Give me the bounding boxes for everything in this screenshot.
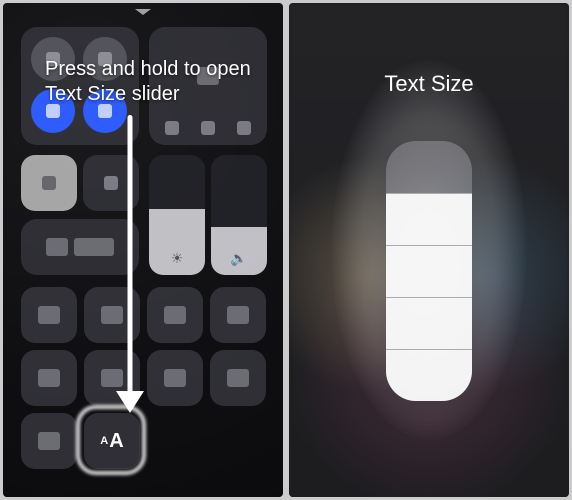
slider-step-line xyxy=(386,245,472,246)
control-center-screenshot: ☀ 🔈 A A Press and hold to open Text Size… xyxy=(3,3,283,497)
volume-slider[interactable]: 🔈 xyxy=(211,155,267,275)
accessibility-tile[interactable] xyxy=(147,350,203,406)
calculator-tile[interactable] xyxy=(147,287,203,343)
notes-tile[interactable] xyxy=(210,350,266,406)
apple-tv-remote-tile[interactable] xyxy=(84,350,140,406)
control-tiles-grid: A A xyxy=(21,287,267,469)
accessibility-icon xyxy=(164,369,186,387)
moon-icon xyxy=(104,176,118,190)
flashlight-tile[interactable] xyxy=(21,287,77,343)
slider-step-line xyxy=(386,297,472,298)
orientation-lock-icon xyxy=(42,176,56,190)
screen-mirroring-tile[interactable] xyxy=(21,219,139,275)
camera-tile[interactable] xyxy=(210,287,266,343)
speaker-icon: 🔈 xyxy=(230,250,247,267)
orientation-lock-tile[interactable] xyxy=(21,155,77,211)
stopwatch-icon xyxy=(38,432,60,450)
annotation-text: Press and hold to open Text Size slider xyxy=(45,57,255,107)
text-size-small-a: A xyxy=(100,435,108,447)
text-size-big-a: A xyxy=(109,430,123,453)
text-size-screenshot: Text Size xyxy=(289,3,569,497)
text-size-tile[interactable]: A A xyxy=(84,413,140,469)
home-tile[interactable] xyxy=(21,350,77,406)
screen-mirroring-icon xyxy=(46,238,68,256)
text-size-slider[interactable] xyxy=(386,141,472,401)
notes-icon xyxy=(227,369,249,387)
camera-icon xyxy=(227,306,249,324)
play-icon[interactable] xyxy=(201,121,215,135)
next-track-icon[interactable] xyxy=(237,121,251,135)
slider-step-line xyxy=(386,349,472,350)
apple-tv-remote-icon xyxy=(101,369,123,387)
previous-track-icon[interactable] xyxy=(165,121,179,135)
brightness-slider[interactable]: ☀ xyxy=(149,155,205,275)
flashlight-icon xyxy=(38,306,60,324)
home-icon xyxy=(38,369,60,387)
timer-tile[interactable] xyxy=(84,287,140,343)
stopwatch-tile[interactable] xyxy=(21,413,77,469)
calculator-icon xyxy=(164,306,186,324)
text-size-title: Text Size xyxy=(289,71,569,97)
sun-icon: ☀ xyxy=(171,250,184,267)
do-not-disturb-tile[interactable] xyxy=(83,155,139,211)
timer-icon xyxy=(101,306,123,324)
slider-step-line xyxy=(386,193,472,194)
